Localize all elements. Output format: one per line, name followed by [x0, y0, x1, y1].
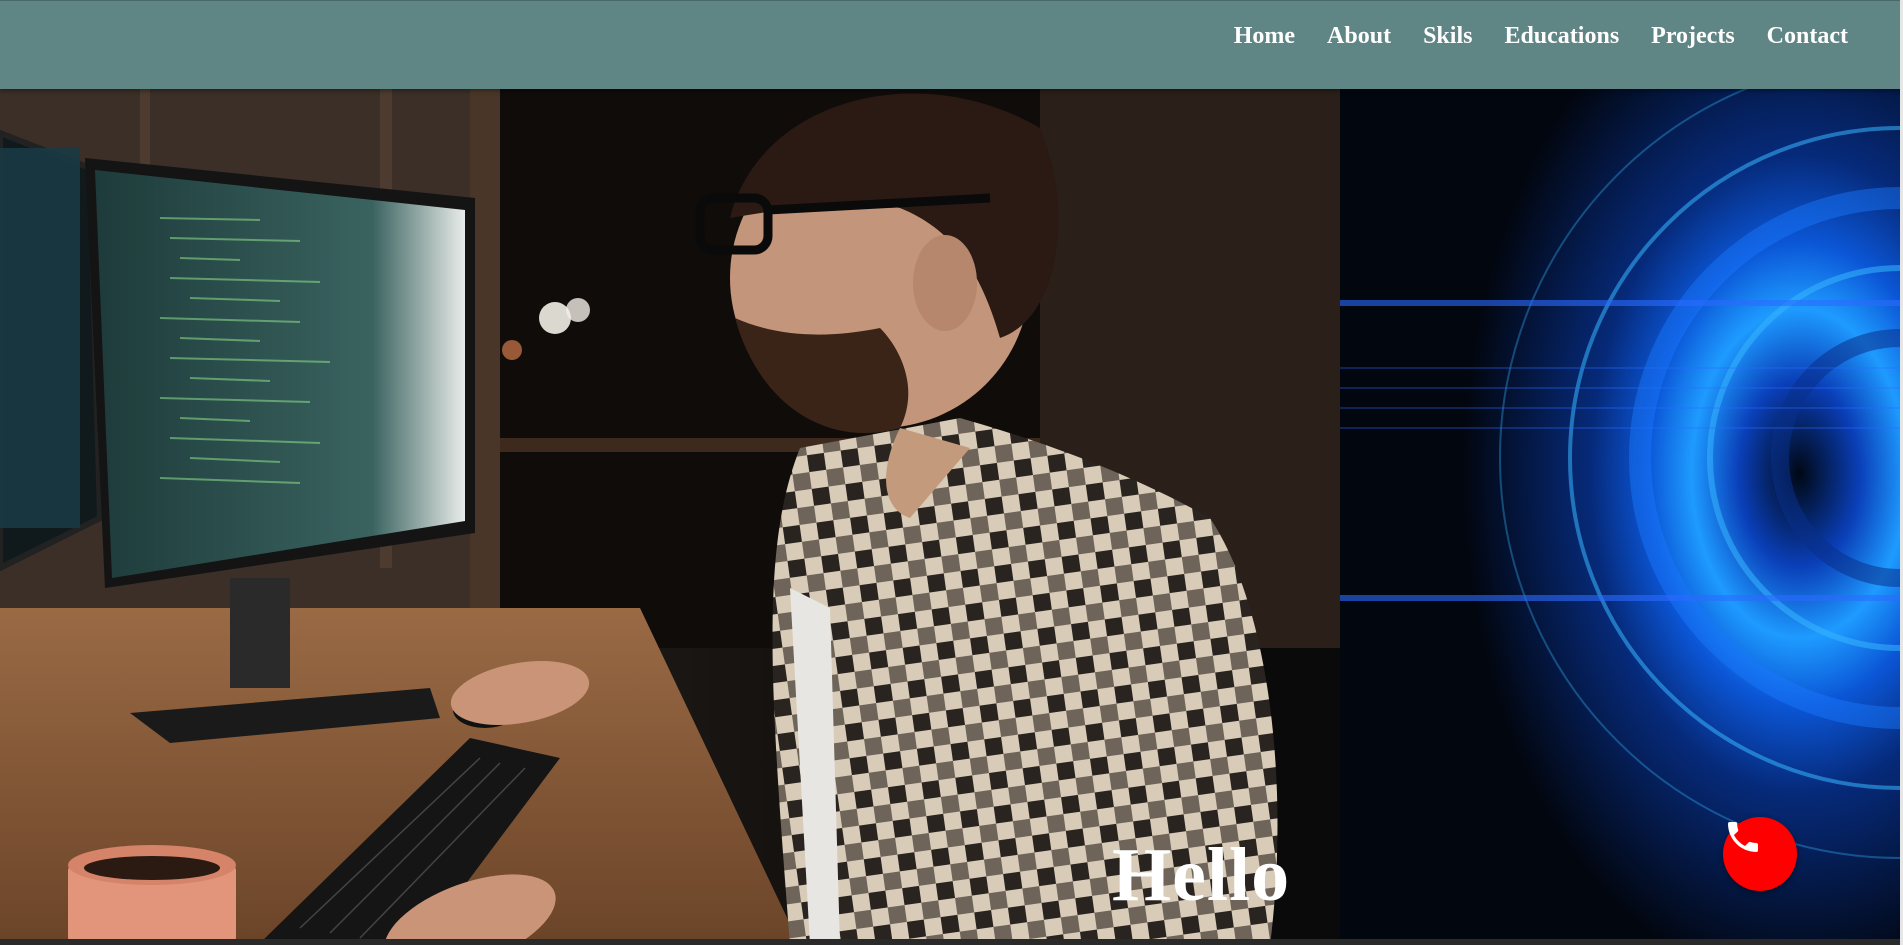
nav-link-projects[interactable]: Projects	[1651, 23, 1735, 50]
nav-link-about[interactable]: About	[1327, 23, 1391, 50]
nav-link-home[interactable]: Home	[1234, 23, 1295, 50]
nav-link-contact[interactable]: Contact	[1767, 23, 1848, 50]
hero-bottom-edge	[0, 939, 1900, 945]
hero-image	[0, 88, 1900, 945]
nav-links: Home About Skils Educations Projects Con…	[1234, 23, 1848, 50]
call-button[interactable]	[1723, 817, 1797, 891]
nav-link-educations[interactable]: Educations	[1504, 23, 1619, 50]
phone-icon	[1728, 822, 1758, 852]
nav-link-skills[interactable]: Skils	[1423, 23, 1472, 50]
hero-section: Hello	[0, 88, 1900, 945]
navbar: Home About Skils Educations Projects Con…	[0, 0, 1900, 89]
hero-greeting: Hello	[1112, 833, 1291, 917]
